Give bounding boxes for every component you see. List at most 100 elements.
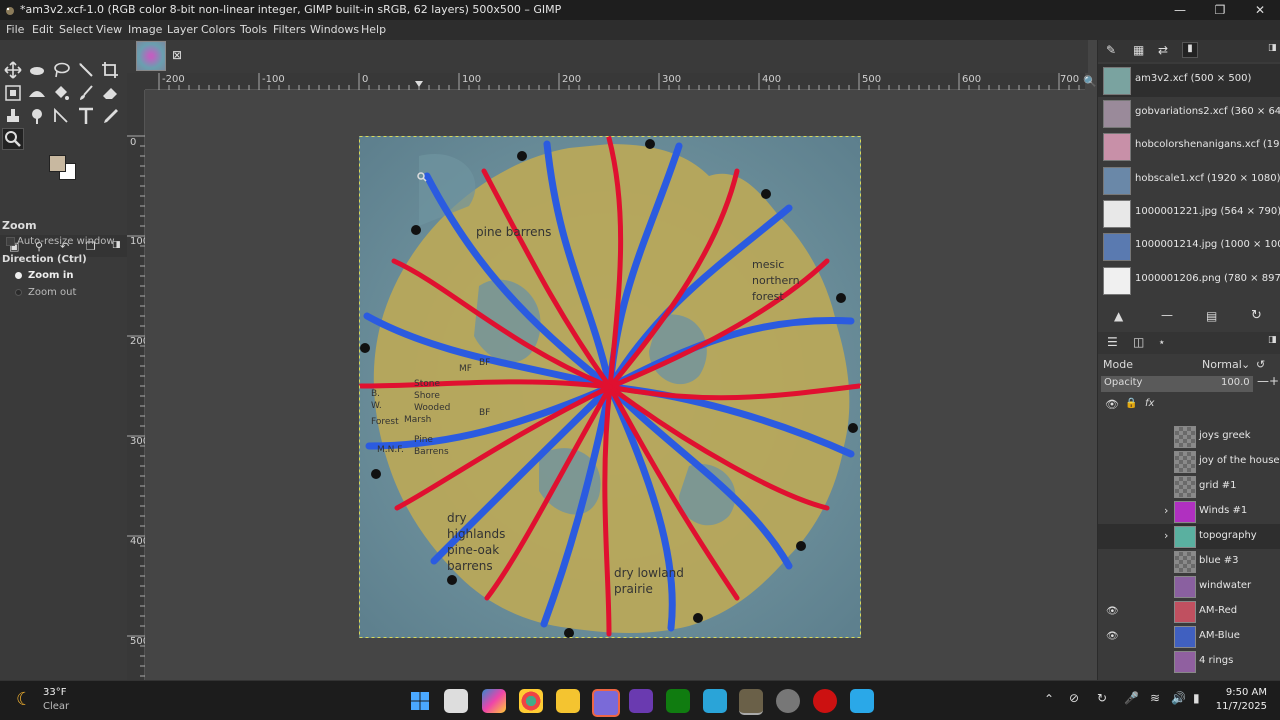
mode-select[interactable]: Normal bbox=[1202, 358, 1242, 371]
close-button[interactable]: ✕ bbox=[1240, 0, 1280, 20]
file-explorer-icon[interactable] bbox=[556, 689, 580, 713]
lasso-icon[interactable] bbox=[51, 60, 71, 80]
image-tab-thumbnail[interactable] bbox=[136, 41, 166, 71]
app-icon[interactable] bbox=[813, 689, 837, 713]
image-list-item[interactable]: 1000001206.png (780 × 897) bbox=[1098, 264, 1280, 297]
menu-select[interactable]: Select bbox=[59, 23, 93, 36]
image-list-item[interactable]: hobcolorshenanigans.xcf (1920 × 1080) bbox=[1098, 130, 1280, 163]
auto-resize-checkbox[interactable] bbox=[6, 237, 15, 246]
transform-icon[interactable] bbox=[3, 83, 23, 103]
brushes-tab-icon[interactable]: ✎ bbox=[1106, 43, 1116, 57]
chevron-up-icon[interactable]: ⌃ bbox=[1044, 692, 1054, 706]
images-tab-icon[interactable]: ▮ bbox=[1182, 42, 1198, 58]
xbox-icon[interactable] bbox=[666, 689, 690, 713]
microphone-icon[interactable]: 🎤 bbox=[1124, 691, 1139, 705]
chevron-down-icon[interactable]: ⌄ bbox=[1241, 358, 1250, 371]
discord-icon[interactable] bbox=[592, 689, 620, 717]
ellipse-select-icon[interactable] bbox=[27, 60, 47, 80]
update-icon[interactable]: ↻ bbox=[1097, 691, 1107, 705]
raise-image-icon[interactable]: ▲ bbox=[1114, 309, 1123, 323]
menu-edit[interactable]: Edit bbox=[32, 23, 53, 36]
panel-menu-icon[interactable]: ◨ bbox=[1268, 43, 1277, 53]
zoom-out-radio[interactable] bbox=[15, 289, 22, 296]
remove-image-icon[interactable]: — bbox=[1161, 308, 1173, 322]
move-tool-icon[interactable] bbox=[3, 60, 23, 80]
fx-icon[interactable]: fx bbox=[1145, 398, 1154, 409]
gimp-taskbar-icon[interactable] bbox=[739, 689, 763, 715]
clock-time[interactable]: 9:50 AM bbox=[1219, 687, 1267, 698]
menu-layer[interactable]: Layer bbox=[167, 23, 198, 36]
menu-colors[interactable]: Colors bbox=[201, 23, 235, 36]
minimize-button[interactable]: — bbox=[1160, 0, 1200, 20]
warp-icon[interactable] bbox=[27, 83, 47, 103]
settings-gear-icon[interactable] bbox=[776, 689, 800, 713]
lock-icon[interactable]: 🔒 bbox=[1125, 398, 1137, 409]
close-tab-icon[interactable]: ⊠ bbox=[172, 48, 182, 62]
patterns-tab-icon[interactable]: ▦ bbox=[1133, 43, 1144, 57]
image-list-item[interactable]: hobscale1.xcf (1920 × 1080) bbox=[1098, 164, 1280, 197]
smudge-icon[interactable] bbox=[27, 106, 47, 126]
layer-row[interactable]: 👁 AM-Red bbox=[1098, 599, 1280, 624]
paintbrush-icon[interactable] bbox=[76, 83, 96, 103]
layers-tab-icon[interactable]: ☰ bbox=[1107, 335, 1121, 350]
opacity-plus-icon[interactable]: + bbox=[1269, 374, 1279, 388]
weather-icon[interactable]: ☾ bbox=[16, 689, 32, 710]
clock-date[interactable]: 11/7/2025 bbox=[1213, 701, 1267, 712]
layer-row[interactable]: 👁 AM-Blue bbox=[1098, 624, 1280, 649]
text-tool-icon[interactable] bbox=[76, 106, 96, 126]
paths-icon[interactable] bbox=[51, 106, 71, 126]
layer-row[interactable]: joys greek bbox=[1098, 424, 1280, 449]
image-canvas[interactable]: pine barrens mesic northern forest dry h… bbox=[359, 136, 861, 638]
foreground-color-swatch[interactable] bbox=[49, 155, 66, 172]
menu-file[interactable]: File bbox=[6, 23, 24, 36]
clone-icon[interactable] bbox=[3, 106, 23, 126]
channels-tab-icon[interactable]: ◫ bbox=[1133, 335, 1144, 349]
layer-row[interactable]: 4 rings bbox=[1098, 649, 1280, 674]
copilot-icon[interactable] bbox=[482, 689, 506, 713]
layer-row[interactable]: grid #1 bbox=[1098, 474, 1280, 499]
zoom-in-radio[interactable] bbox=[15, 272, 22, 279]
task-view-icon[interactable] bbox=[444, 689, 468, 713]
expand-chevron-icon[interactable]: › bbox=[1164, 504, 1168, 517]
notepad-icon[interactable] bbox=[850, 689, 874, 713]
menu-tools[interactable]: Tools bbox=[240, 23, 267, 36]
visibility-eye-icon[interactable]: 👁 bbox=[1106, 631, 1119, 642]
crop-icon[interactable] bbox=[100, 60, 120, 80]
app-icon[interactable] bbox=[629, 689, 653, 713]
menu-help[interactable]: Help bbox=[361, 23, 386, 36]
eye-icon[interactable]: 👁 bbox=[1105, 398, 1119, 411]
eraser-icon[interactable] bbox=[100, 83, 120, 103]
maximize-button[interactable]: ❐ bbox=[1200, 0, 1240, 20]
app-icon[interactable] bbox=[703, 689, 727, 713]
paths-tab-icon[interactable]: ⋆ bbox=[1158, 335, 1166, 349]
menu-filters[interactable]: Filters bbox=[273, 23, 306, 36]
mode-reset-icon[interactable]: ↺ bbox=[1256, 358, 1265, 371]
wifi-icon[interactable]: ≋ bbox=[1150, 691, 1160, 705]
image-list-item[interactable]: 1000001221.jpg (564 × 790) bbox=[1098, 197, 1280, 230]
refresh-icon[interactable]: ↻ bbox=[1251, 308, 1262, 323]
layer-row[interactable]: › Winds #1 bbox=[1098, 499, 1280, 524]
navigate-icon[interactable]: 🔍 bbox=[1083, 75, 1097, 88]
menu-windows[interactable]: Windows bbox=[310, 23, 359, 36]
visibility-eye-icon[interactable]: 👁 bbox=[1106, 606, 1119, 617]
fonts-tab-icon[interactable]: ⇄ bbox=[1158, 43, 1168, 57]
layer-row[interactable]: joy of the houses bbox=[1098, 449, 1280, 474]
layer-row[interactable]: blue #3 bbox=[1098, 549, 1280, 574]
volume-icon[interactable]: 🔊 bbox=[1171, 691, 1186, 705]
zoom-tool-icon[interactable] bbox=[2, 128, 24, 150]
expand-chevron-icon[interactable]: › bbox=[1164, 529, 1168, 542]
layer-row[interactable]: windwater bbox=[1098, 574, 1280, 599]
fuzzy-select-icon[interactable] bbox=[76, 60, 96, 80]
color-picker-icon[interactable] bbox=[100, 106, 120, 126]
sync-off-icon[interactable]: ⊘ bbox=[1069, 691, 1079, 705]
duplicate-image-icon[interactable]: ▤ bbox=[1206, 309, 1217, 323]
menu-view[interactable]: View bbox=[96, 23, 122, 36]
start-windows-icon[interactable] bbox=[408, 689, 432, 713]
vertical-ruler[interactable]: 0 100 200 300 400 500 bbox=[127, 90, 149, 680]
canvas-area[interactable]: pine barrens mesic northern forest dry h… bbox=[145, 90, 1085, 680]
menu-image[interactable]: Image bbox=[128, 23, 162, 36]
battery-icon[interactable]: ▮ bbox=[1193, 691, 1200, 705]
bucket-fill-icon[interactable] bbox=[51, 83, 71, 103]
layer-row-selected[interactable]: › topography bbox=[1098, 524, 1280, 549]
panel-menu-icon[interactable]: ◨ bbox=[1268, 335, 1277, 345]
